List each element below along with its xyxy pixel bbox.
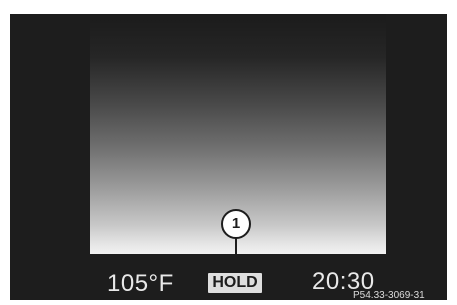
hold-indicator: HOLD (208, 273, 262, 293)
figure-frame: 105°F HOLD 20:30 1 P54.33-3069-31 (0, 0, 457, 305)
figure-reference-code: P54.33-3069-31 (353, 290, 425, 301)
callout-marker: 1 (221, 209, 251, 239)
camera-display: 105°F HOLD 20:30 (10, 14, 447, 300)
outside-temperature: 105°F (107, 270, 174, 297)
